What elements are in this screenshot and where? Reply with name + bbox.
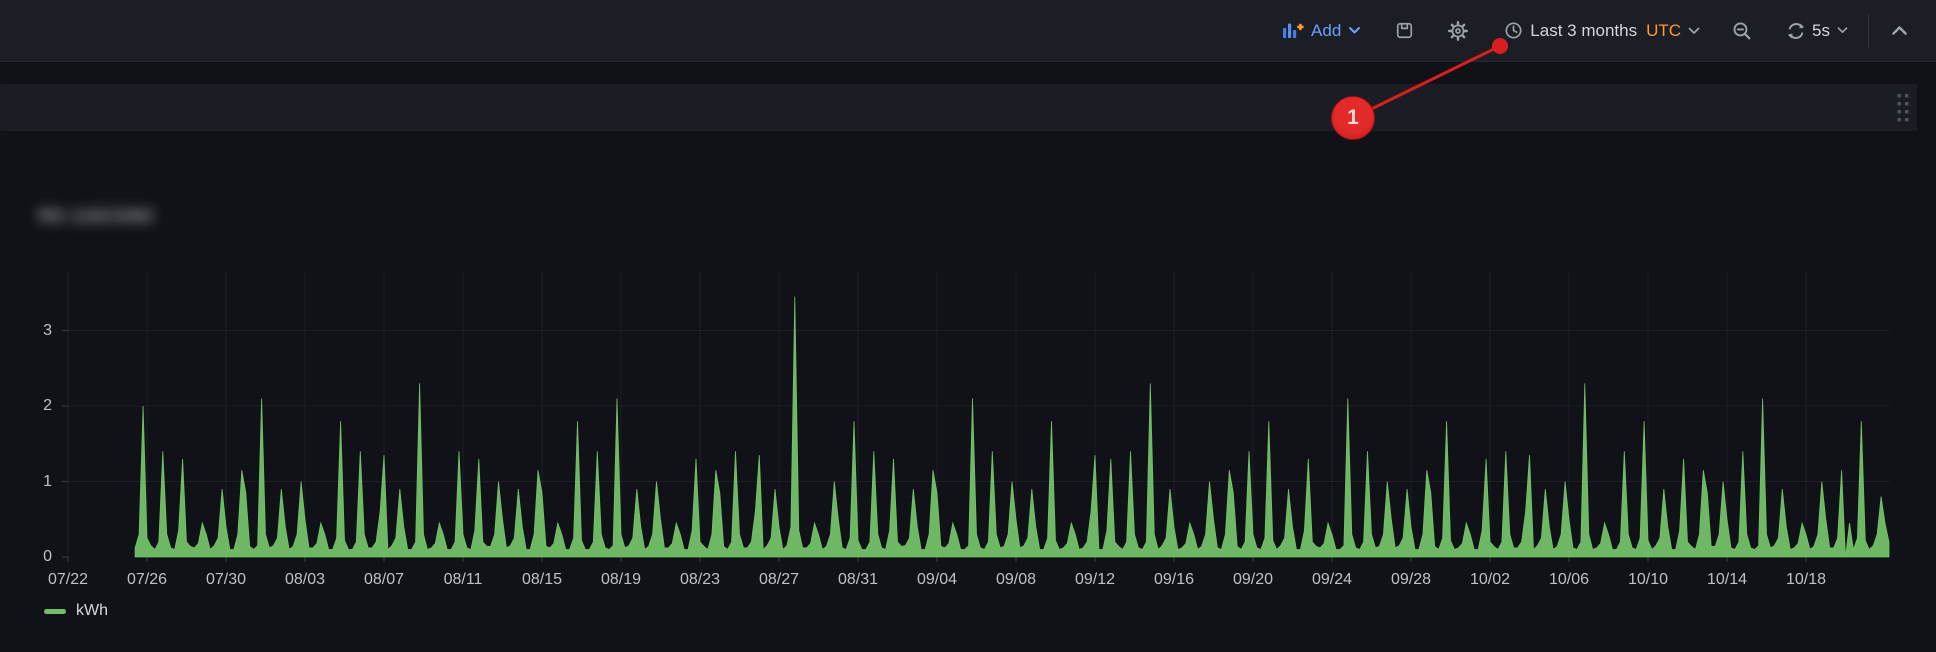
toolbar-divider — [1868, 14, 1869, 48]
grafana-dashboard: Add — [0, 0, 1936, 652]
annotation-step-number: 1 — [1347, 106, 1359, 130]
dashboard-toolbar: Add — [0, 0, 1936, 62]
refresh-picker: 5s — [1776, 15, 1858, 47]
zoom-out-time-button[interactable] — [1722, 15, 1762, 47]
chevron-down-icon — [1837, 27, 1848, 34]
legend-series-label: kWh — [76, 602, 108, 620]
save-floppy-icon — [1395, 21, 1414, 40]
refresh-button[interactable] — [1776, 15, 1810, 47]
time-range-picker[interactable]: Last 3 months UTC — [1494, 15, 1710, 47]
timeseries-plot[interactable] — [0, 0, 1936, 652]
chevron-down-icon — [1688, 27, 1700, 35]
save-dashboard-button[interactable] — [1385, 15, 1424, 46]
legend-series-swatch — [44, 609, 66, 614]
refresh-icon — [1786, 21, 1806, 41]
chevron-down-icon — [1348, 26, 1361, 35]
magnifier-minus-icon — [1732, 21, 1752, 41]
gear-icon — [1448, 21, 1468, 41]
refresh-interval-label: 5s — [1812, 21, 1830, 41]
annotation-step-badge: 1 — [1331, 96, 1375, 140]
bar-chart-plus-icon — [1282, 22, 1304, 39]
time-range-label: Last 3 months — [1530, 21, 1637, 41]
collapse-toolbar-button[interactable] — [1881, 19, 1918, 42]
chevron-up-icon — [1891, 25, 1908, 36]
refresh-interval-dropdown[interactable]: 5s — [1810, 15, 1858, 47]
legend-item-kwh[interactable]: kWh — [44, 602, 108, 620]
add-button-label: Add — [1311, 21, 1341, 41]
timezone-label: UTC — [1646, 21, 1681, 41]
clock-icon — [1504, 21, 1523, 40]
add-panel-button[interactable]: Add — [1272, 15, 1371, 47]
dashboard-settings-button[interactable] — [1438, 15, 1478, 47]
